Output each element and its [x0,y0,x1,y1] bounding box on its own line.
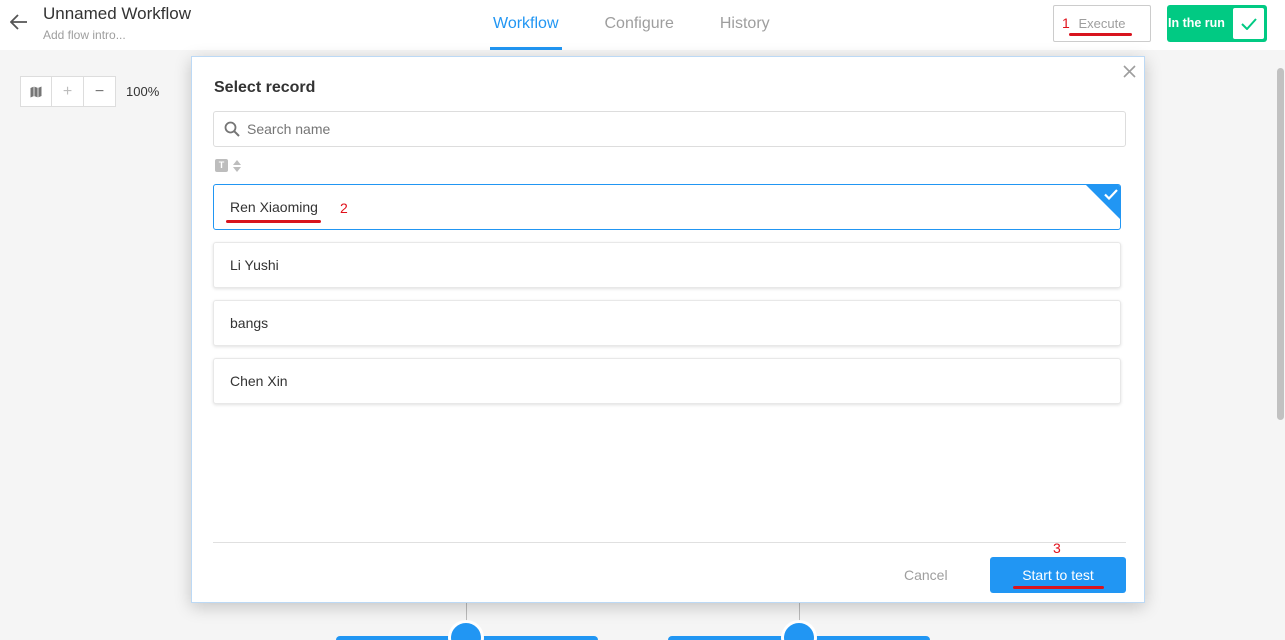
record-name: Li Yushi [230,257,279,273]
close-icon[interactable] [1118,60,1140,82]
search-icon [224,121,240,142]
annotation-underline [1069,33,1132,36]
zoom-in-button[interactable]: + [52,76,84,107]
zoom-controls: + − [20,76,116,107]
annotation-underline [226,220,321,223]
workflow-intro[interactable]: Add flow intro... [43,28,126,42]
scrollbar[interactable] [1277,68,1284,420]
tab-workflow[interactable]: Workflow [470,0,582,50]
main-tabs: Workflow Configure History [470,0,793,50]
record-item[interactable]: Li Yushi [213,242,1121,288]
workflow-title[interactable]: Unnamed Workflow [43,4,191,24]
search-input[interactable] [247,112,1107,146]
zoom-out-button[interactable]: − [84,76,116,107]
in-the-run-label: In the run [1168,16,1225,30]
tab-history[interactable]: History [697,0,793,50]
search-box [213,111,1126,147]
record-name: Chen Xin [230,373,288,389]
select-record-dialog: Select record T Ren Xiaoming Li Yushi ba… [191,56,1145,603]
back-arrow-icon[interactable] [8,11,30,33]
annotation-underline [1013,586,1104,589]
sort-control[interactable]: T [215,159,241,172]
flow-node-icon [781,620,817,640]
dialog-title: Select record [214,79,316,96]
flow-node-icon [448,620,484,640]
cancel-button[interactable]: Cancel [904,567,948,583]
sort-arrows-icon [233,159,241,172]
text-field-icon: T [215,159,228,172]
record-name: bangs [230,315,269,331]
check-icon [1233,8,1264,39]
tab-configure[interactable]: Configure [582,0,697,50]
dialog-divider [213,542,1126,543]
record-item[interactable]: Chen Xin [213,358,1121,404]
top-header: Unnamed Workflow Add flow intro... Workf… [0,0,1285,50]
check-icon [1104,187,1118,205]
record-item[interactable]: bangs [213,300,1121,346]
annotation-step-2: 2 [340,200,348,216]
annotation-step-1: 1 [1062,15,1070,31]
annotation-step-3: 3 [1053,540,1061,556]
record-name: Ren Xiaoming [230,199,318,215]
map-icon[interactable] [20,76,52,107]
record-item[interactable]: Ren Xiaoming [213,184,1121,230]
in-the-run-toggle[interactable]: In the run [1167,5,1267,42]
zoom-level: 100% [126,84,160,99]
